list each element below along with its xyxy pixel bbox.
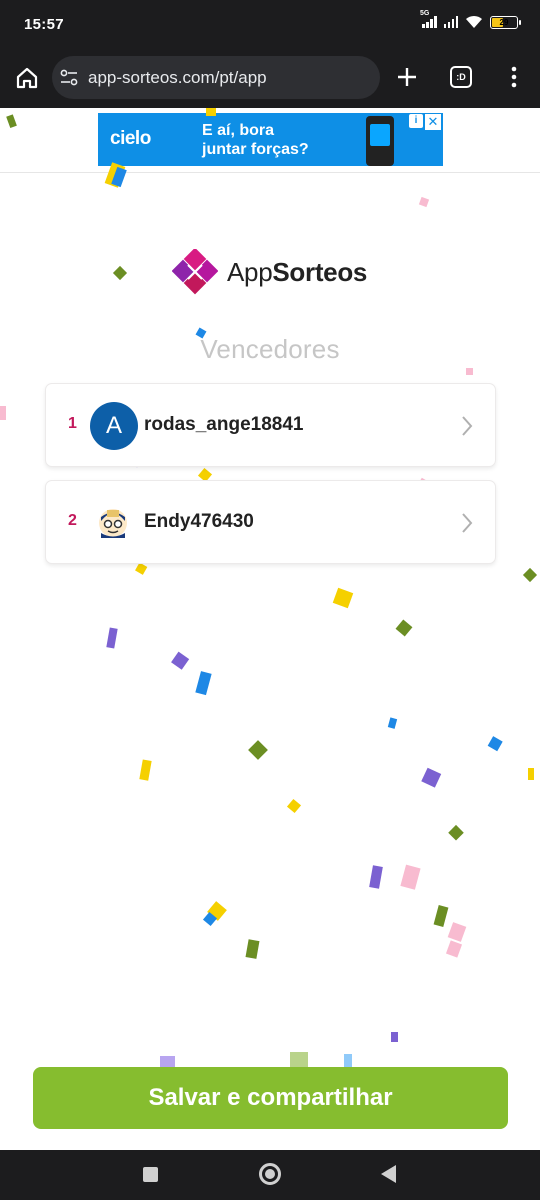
wifi-icon (466, 15, 482, 28)
new-tab-plus-icon[interactable] (396, 66, 418, 88)
app-logo: AppSorteos (172, 248, 367, 296)
save-share-button[interactable]: Salvar e compartilhar (33, 1067, 508, 1129)
tabs-icon[interactable]: :D (450, 66, 472, 88)
network-type-label: 5G (420, 10, 430, 17)
chevron-right-icon (462, 513, 473, 533)
battery-icon: 29 (490, 15, 521, 29)
card-machine-image (366, 116, 394, 166)
status-bar: 15:57 5G 29 (0, 0, 540, 50)
battery-level: 29 (499, 17, 509, 27)
cartoon-avatar-icon (99, 509, 127, 538)
ad-headline: E aí, bora juntar forças? (202, 121, 309, 159)
winner-rank: 2 (68, 512, 77, 529)
back-triangle-icon[interactable] (381, 1165, 396, 1183)
status-icons: 5G 29 (420, 10, 521, 29)
chevron-right-icon (462, 416, 473, 436)
brand-name-regular: App (227, 256, 273, 287)
ad-close-icon[interactable]: ✕ (425, 114, 441, 130)
address-bar[interactable]: app-sorteos.com/pt/app (52, 56, 380, 99)
avatar: A (90, 402, 138, 450)
cellular-signal-icon: 5G (420, 10, 437, 28)
ad-banner[interactable]: cielo E aí, bora juntar forças? i ✕ (98, 113, 443, 166)
status-time: 15:57 (24, 16, 64, 33)
ad-info-icon[interactable]: i (409, 114, 423, 128)
brand-diamond-icon (172, 249, 218, 295)
more-vert-icon[interactable] (504, 66, 524, 88)
ad-headline-line1: E aí, bora (202, 122, 275, 139)
recent-apps-icon[interactable] (143, 1167, 158, 1182)
url-text: app-sorteos.com/pt/app (88, 68, 267, 87)
home-icon[interactable] (14, 65, 40, 91)
winner-name: Endy476430 (144, 511, 254, 532)
brand-name-bold: Sorteos (272, 256, 368, 287)
winner-name: rodas_ange18841 (144, 414, 304, 435)
cellular-signal-2-icon (443, 16, 458, 28)
ad-headline-line2: juntar forças? (202, 141, 309, 158)
ad-brand-logo: cielo (110, 128, 151, 149)
winner-row[interactable]: 2 Endy476430 (45, 480, 496, 564)
winner-rank: 1 (68, 415, 77, 432)
ad-divider (0, 172, 540, 173)
winner-row[interactable]: 1 A rodas_ange18841 (45, 383, 496, 467)
section-title: Vencedores (200, 334, 340, 364)
tabs-glyph: :D (456, 72, 466, 82)
system-nav-bar (0, 1150, 540, 1200)
brand-name: AppSorteos (227, 257, 367, 288)
home-circle-icon[interactable] (259, 1163, 281, 1185)
browser-toolbar: app-sorteos.com/pt/app :D (0, 50, 540, 108)
site-settings-icon[interactable] (60, 69, 78, 86)
